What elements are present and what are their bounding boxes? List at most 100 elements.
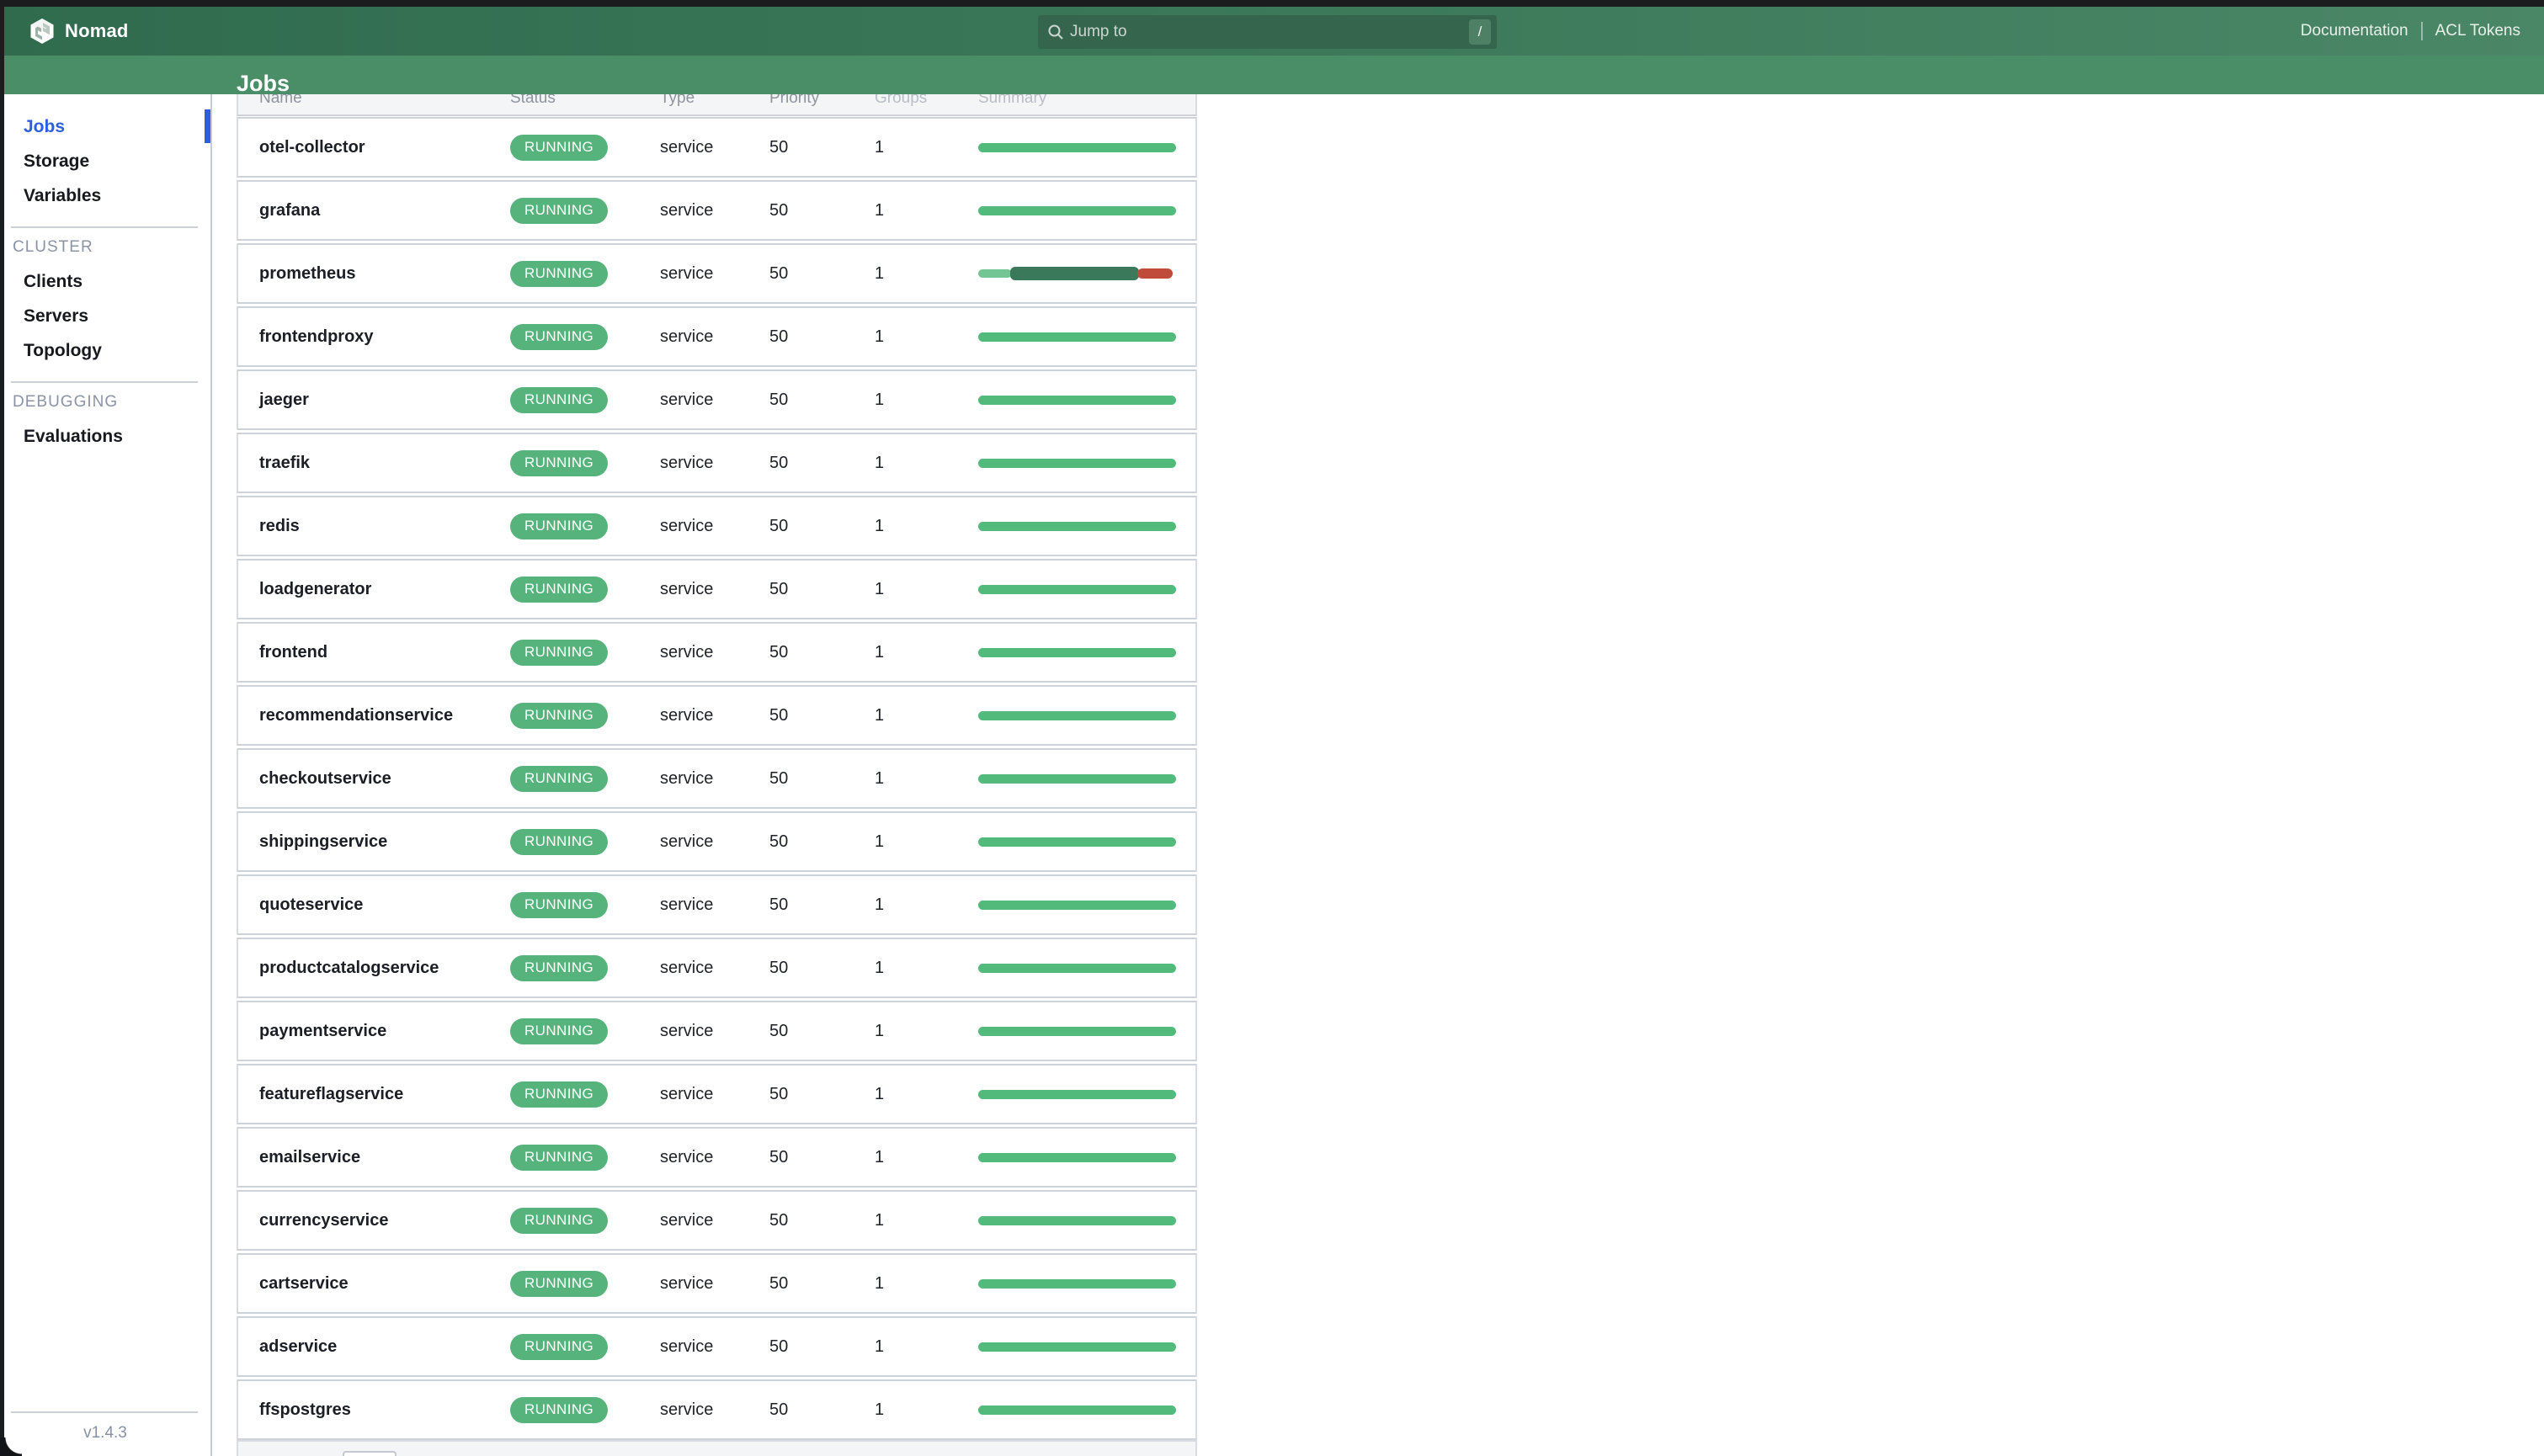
- job-type: service: [660, 643, 769, 662]
- status-badge: RUNNING: [510, 640, 608, 666]
- table-row[interactable]: loadgenerator RUNNING service 50 1: [237, 559, 1197, 619]
- status-badge: RUNNING: [510, 1208, 608, 1234]
- job-type: service: [660, 1337, 769, 1357]
- page-size-select[interactable]: [343, 1451, 397, 1456]
- job-priority: 50: [769, 138, 875, 157]
- job-groups: 1: [875, 1337, 978, 1357]
- job-type: service: [660, 264, 769, 284]
- summary-segment: [978, 1342, 1176, 1352]
- status-badge: RUNNING: [510, 1145, 608, 1171]
- job-type: service: [660, 138, 769, 157]
- summary-bar: [978, 585, 1176, 594]
- page-title: Jobs: [237, 71, 290, 96]
- brand-name: Nomad: [65, 20, 129, 42]
- table-row[interactable]: quoteservice RUNNING service 50 1: [237, 874, 1197, 935]
- job-type: service: [660, 1148, 769, 1167]
- table-row[interactable]: traefik RUNNING service 50 1: [237, 433, 1197, 493]
- job-type: service: [660, 580, 769, 599]
- summary-bar: [978, 143, 1176, 152]
- job-type: service: [660, 895, 769, 915]
- summary-segment: [978, 522, 1176, 531]
- table-row[interactable]: paymentservice RUNNING service 50 1: [237, 1001, 1197, 1061]
- job-name: checkoutservice: [259, 769, 510, 789]
- summary-bar: [978, 648, 1176, 657]
- sidebar-item-jobs[interactable]: Jobs: [0, 109, 210, 144]
- summary-segment: [978, 837, 1176, 847]
- job-name: loadgenerator: [259, 580, 510, 599]
- status-badge: RUNNING: [510, 577, 608, 603]
- summary-segment: [978, 396, 1176, 405]
- summary-segment: [978, 1027, 1176, 1036]
- sidebar-item-variables[interactable]: Variables: [0, 178, 210, 213]
- job-groups: 1: [875, 643, 978, 662]
- job-groups: 1: [875, 1022, 978, 1041]
- search-input[interactable]: [1038, 15, 1497, 49]
- job-name: currencyservice: [259, 1211, 510, 1230]
- job-priority: 50: [769, 391, 875, 410]
- table-row[interactable]: featureflagservice RUNNING service 50 1: [237, 1064, 1197, 1124]
- summary-segment: [978, 269, 1012, 278]
- summary-bar: [978, 1279, 1176, 1289]
- status-badge: RUNNING: [510, 766, 608, 792]
- jump-to-search[interactable]: /: [1038, 15, 1497, 49]
- table-row[interactable]: recommendationservice RUNNING service 50…: [237, 685, 1197, 746]
- job-groups: 1: [875, 391, 978, 410]
- table-row[interactable]: productcatalogservice RUNNING service 50…: [237, 938, 1197, 998]
- sidebar-footer: v1.4.3: [0, 1398, 210, 1456]
- job-name: shippingservice: [259, 832, 510, 852]
- summary-bar: [978, 837, 1176, 847]
- job-priority: 50: [769, 264, 875, 284]
- window-left-edge: [0, 0, 4, 1456]
- sidebar-item-servers[interactable]: Servers: [0, 299, 210, 333]
- top-link-documentation[interactable]: Documentation: [2301, 22, 2408, 40]
- table-row[interactable]: adservice RUNNING service 50 1: [237, 1316, 1197, 1377]
- table-row[interactable]: frontendproxy RUNNING service 50 1: [237, 306, 1197, 367]
- table-row[interactable]: currencyservice RUNNING service 50 1: [237, 1190, 1197, 1251]
- job-type: service: [660, 769, 769, 789]
- job-name: adservice: [259, 1337, 510, 1357]
- status-badge: RUNNING: [510, 1271, 608, 1297]
- table-row[interactable]: frontend RUNNING service 50 1: [237, 622, 1197, 683]
- job-groups: 1: [875, 959, 978, 978]
- job-priority: 50: [769, 643, 875, 662]
- job-priority: 50: [769, 1400, 875, 1420]
- sidebar-item-topology[interactable]: Topology: [0, 333, 210, 368]
- table-row[interactable]: prometheus RUNNING service 50 1: [237, 243, 1197, 304]
- table-row[interactable]: checkoutservice RUNNING service 50 1: [237, 748, 1197, 809]
- table-row[interactable]: emailservice RUNNING service 50 1: [237, 1127, 1197, 1188]
- job-priority: 50: [769, 895, 875, 915]
- job-name: frontend: [259, 643, 510, 662]
- table-row[interactable]: redis RUNNING service 50 1: [237, 496, 1197, 556]
- job-type: service: [660, 706, 769, 725]
- job-groups: 1: [875, 138, 978, 157]
- summary-segment: [978, 711, 1176, 720]
- job-name: otel-collector: [259, 138, 510, 157]
- job-groups: 1: [875, 1085, 978, 1104]
- table-row[interactable]: jaeger RUNNING service 50 1: [237, 369, 1197, 430]
- table-row[interactable]: grafana RUNNING service 50 1: [237, 180, 1197, 241]
- job-groups: 1: [875, 1400, 978, 1420]
- window-corner: [0, 1437, 22, 1456]
- summary-bar: [978, 1090, 1176, 1099]
- job-name: quoteservice: [259, 895, 510, 915]
- table-row[interactable]: ffspostgres RUNNING service 50 1: [237, 1379, 1197, 1440]
- sidebar-item-storage[interactable]: Storage: [0, 144, 210, 178]
- job-name: recommendationservice: [259, 706, 510, 725]
- summary-bar: [978, 1153, 1176, 1162]
- summary-segment: [978, 1279, 1176, 1289]
- job-priority: 50: [769, 959, 875, 978]
- table-row[interactable]: shippingservice RUNNING service 50 1: [237, 811, 1197, 872]
- top-link-acl-tokens[interactable]: ACL Tokens: [2435, 22, 2520, 40]
- sidebar-item-clients[interactable]: Clients: [0, 264, 210, 299]
- table-row[interactable]: otel-collector RUNNING service 50 1: [237, 117, 1197, 178]
- job-type: service: [660, 1274, 769, 1294]
- job-name: productcatalogservice: [259, 959, 510, 978]
- job-type: service: [660, 959, 769, 978]
- job-groups: 1: [875, 1274, 978, 1294]
- job-priority: 50: [769, 1085, 875, 1104]
- summary-segment: [1010, 267, 1139, 280]
- table-row[interactable]: cartservice RUNNING service 50 1: [237, 1253, 1197, 1314]
- sidebar-item-evaluations[interactable]: Evaluations: [0, 419, 210, 454]
- nomad-logo[interactable]: Nomad: [29, 7, 129, 56]
- job-priority: 50: [769, 706, 875, 725]
